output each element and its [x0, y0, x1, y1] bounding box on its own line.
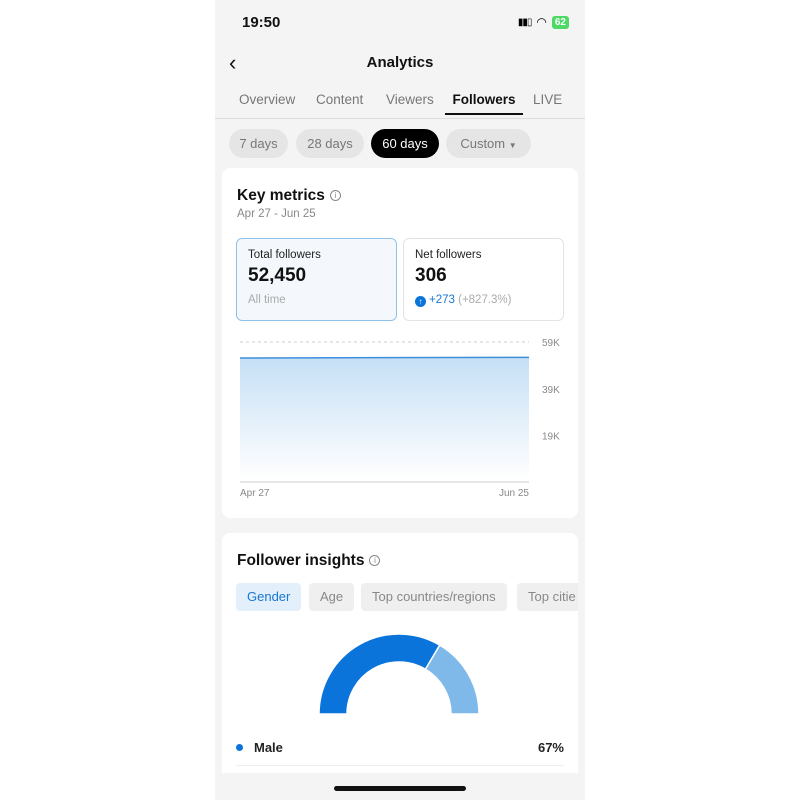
donut-segment-other — [424, 644, 480, 715]
donut-segment-male — [318, 633, 441, 715]
y-tick-label: 19K — [542, 432, 560, 443]
legend-dot — [236, 744, 243, 751]
tab-content[interactable]: Content — [316, 92, 363, 107]
net-followers-value: 306 — [415, 265, 447, 286]
chip-top-countries[interactable]: Top countries/regions — [361, 583, 507, 611]
total-followers-label: Total followers — [248, 249, 321, 261]
net-followers-card[interactable]: Net followers 306 ↑ +273 (+827.3%) — [403, 238, 564, 321]
info-icon[interactable]: i — [369, 555, 381, 566]
tab-viewers[interactable]: Viewers — [386, 92, 434, 107]
followers-chart: 59K 39K 19K Apr 27 Jun 25 — [239, 338, 560, 499]
key-metrics-title-text: Key metrics — [237, 187, 325, 204]
phone-screen: 19:50 ▮▮▯ ◠ 62 ‹ Analytics Overview Cont… — [215, 0, 585, 800]
chip-top-cities[interactable]: Top citie — [517, 583, 578, 611]
info-icon[interactable]: i — [329, 190, 341, 201]
status-icons: ▮▮▯ ◠ 62 — [518, 15, 569, 29]
date-range: Apr 27 - Jun 25 — [237, 208, 316, 220]
chip-gender[interactable]: Gender — [236, 583, 302, 611]
range-custom-label: Custom — [460, 136, 506, 151]
home-indicator — [334, 786, 466, 791]
key-metrics-title: Key metrics i — [237, 187, 341, 205]
caret-down-icon: ▼ — [508, 141, 517, 150]
total-followers-card[interactable]: Total followers 52,450 All time — [236, 238, 397, 321]
net-followers-label: Net followers — [415, 249, 482, 261]
x-tick-label: Jun 25 — [499, 488, 529, 499]
area-fill — [240, 357, 529, 480]
tab-followers[interactable]: Followers — [445, 92, 523, 115]
follower-insights-title-text: Follower insights — [237, 552, 365, 569]
page-title: Analytics — [366, 54, 434, 71]
legend-value: 67% — [537, 740, 564, 755]
tab-overview[interactable]: Overview — [239, 92, 295, 107]
arrow-up-icon: ↑ — [415, 296, 426, 307]
x-tick-label: Apr 27 — [240, 488, 270, 499]
follower-insights-card: Follower insights i Gender Age Top countr… — [222, 533, 578, 773]
status-time: 19:50 — [242, 14, 281, 31]
key-metrics-card: Key metrics i Apr 27 - Jun 25 Total follo… — [222, 168, 578, 518]
battery-icon: 62 — [551, 15, 569, 29]
range-custom-dropdown[interactable]: Custom ▼ — [446, 129, 531, 158]
chip-age[interactable]: Age — [309, 583, 355, 611]
total-followers-footnote: All time — [248, 294, 286, 306]
tab-live[interactable]: LIVE — [533, 92, 562, 107]
legend-row-male: Male 67% — [236, 740, 564, 766]
signal-icon: ▮▮▯ — [517, 16, 532, 28]
series-line — [239, 356, 530, 359]
range-7-days[interactable]: 7 days — [229, 129, 288, 158]
total-followers-value: 52,450 — [248, 265, 307, 286]
range-60-days[interactable]: 60 days — [371, 129, 439, 158]
gender-donut-chart — [318, 633, 480, 715]
range-28-days[interactable]: 28 days — [296, 129, 364, 158]
net-change: +273 — [429, 294, 455, 306]
y-tick-label: 59K — [542, 338, 560, 349]
wifi-icon: ◠ — [536, 15, 547, 29]
follower-insights-title: Follower insights i — [237, 552, 381, 570]
tab-bar: Overview Content Viewers Followers LIVE — [215, 92, 585, 119]
legend-label: Male — [254, 740, 283, 755]
net-change-pct: (+827.3%) — [458, 294, 512, 306]
y-tick-label: 39K — [542, 385, 560, 396]
